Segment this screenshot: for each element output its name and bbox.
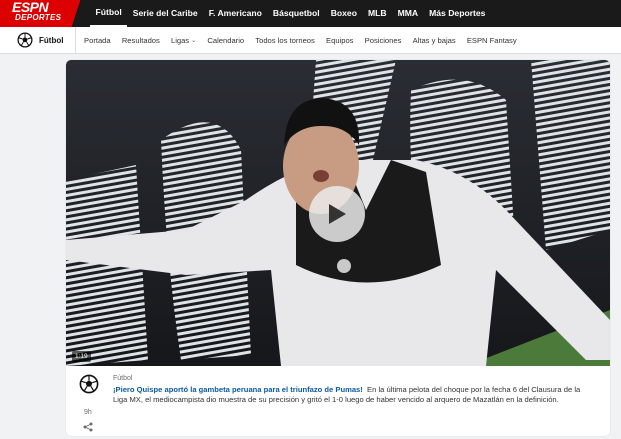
section-title[interactable]: Fútbol	[39, 36, 63, 45]
subnav-todos-los-torneos[interactable]: Todos los torneos	[250, 36, 321, 45]
subnav-calendario[interactable]: Calendario	[202, 36, 250, 45]
espn-deportes-logo[interactable]: ESPN DEPORTES	[0, 0, 82, 27]
top-bar: ESPN DEPORTES Fútbol Serie del Caribe F.…	[0, 0, 621, 27]
nav-mlb[interactable]: MLB	[362, 0, 392, 27]
soccer-ball-icon	[17, 32, 33, 48]
soccer-ball-icon	[79, 374, 99, 394]
story-headline-link[interactable]: ¡Piero Quispe aportó la gambeta peruana …	[113, 385, 363, 394]
story-timestamp: 9h	[84, 409, 92, 416]
subnav-resultados[interactable]: Resultados	[116, 36, 165, 45]
nav-futbol[interactable]: Fútbol	[90, 0, 128, 27]
share-icon[interactable]	[83, 419, 93, 432]
video-player[interactable]: 1:19	[66, 60, 610, 366]
subnav-equipos[interactable]: Equipos	[320, 36, 359, 45]
logo-text-deportes: DEPORTES	[15, 13, 62, 22]
story-category[interactable]: Fútbol	[113, 375, 132, 382]
nav-serie-del-caribe[interactable]: Serie del Caribe	[127, 0, 203, 27]
nav-boxeo[interactable]: Boxeo	[325, 0, 362, 27]
play-button[interactable]	[309, 186, 365, 242]
divider	[75, 26, 77, 54]
nav-mma[interactable]: MMA	[392, 0, 424, 27]
nav-mas-deportes[interactable]: Más Deportes	[424, 0, 491, 27]
subnav-espn-fantasy[interactable]: ESPN Fantasy	[461, 36, 522, 45]
section-links: Portada Resultados Ligas ⌄ Calendario To…	[78, 36, 522, 45]
subnav-portada[interactable]: Portada	[78, 36, 116, 45]
subnav-posiciones[interactable]: Posiciones	[359, 36, 407, 45]
chevron-down-icon: ⌄	[191, 37, 197, 44]
subnav-ligas-label: Ligas	[171, 35, 190, 45]
story-text: ¡Piero Quispe aportó la gambeta peruana …	[113, 385, 591, 405]
subnav-altas-y-bajas[interactable]: Altas y bajas	[407, 36, 461, 45]
play-icon	[329, 204, 346, 224]
video-duration: 1:19	[72, 351, 91, 362]
subnav-ligas[interactable]: Ligas ⌄	[165, 36, 201, 45]
nav-basquetbol[interactable]: Básquetbol	[267, 0, 325, 27]
section-nav-bar: Fútbol Portada Resultados Ligas ⌄ Calend…	[0, 26, 621, 54]
nav-f-americano[interactable]: F. Americano	[203, 0, 267, 27]
sports-nav: Fútbol Serie del Caribe F. Americano Bás…	[90, 0, 491, 27]
video-story-card: 1:19 9h Fútbol ¡Piero Quispe aportó la g…	[66, 60, 610, 436]
story-meta: 9h Fútbol ¡Piero Quispe aportó la gambet…	[66, 366, 610, 436]
